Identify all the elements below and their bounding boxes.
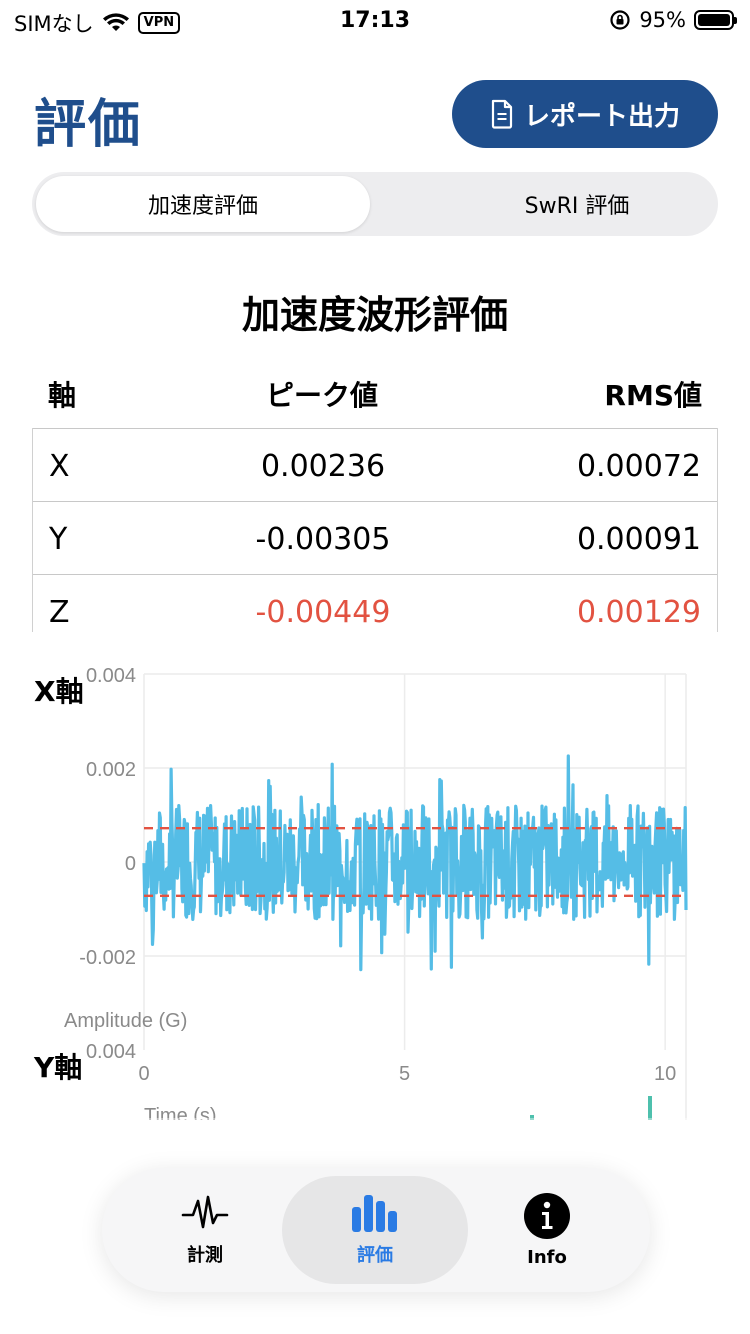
peak-cell: 0.00236 <box>260 449 386 484</box>
evaluation-mode-segment: 加速度評価 SwRI 評価 <box>32 172 718 236</box>
rms-cell: 0.00091 <box>576 522 701 557</box>
header-rms: RMS値 <box>604 379 702 412</box>
battery-percent: 95% <box>639 8 686 32</box>
waveform-line <box>142 754 688 972</box>
segment-swri[interactable]: SwRI 評価 <box>410 176 744 232</box>
next-chart-mark <box>648 1096 652 1120</box>
tab-evaluation-label: 評価 <box>357 1245 393 1266</box>
bar-chart-icon <box>352 1195 397 1232</box>
document-icon <box>491 99 513 129</box>
page-title: 評価 <box>34 95 143 155</box>
tab-bar: 計測 評価 Info <box>102 1168 650 1292</box>
peak-cell: -0.00305 <box>255 522 391 557</box>
section-title: 加速度波形評価 <box>241 293 508 337</box>
x-tick-label: 10 <box>654 1063 676 1085</box>
report-export-label: レポート出力 <box>523 101 680 132</box>
y-tick-label: 0.002 <box>86 759 136 781</box>
y-tick-label: 0.004 <box>86 665 136 687</box>
status-right: 95% <box>609 8 737 32</box>
x-tick-label: 5 <box>399 1063 410 1085</box>
table-row: Y -0.00305 0.00091 <box>33 501 717 574</box>
tab-info-label: Info <box>527 1246 567 1268</box>
tab-measure[interactable]: 計測 <box>112 1176 298 1284</box>
table-header: 軸 ピーク値 RMS値 <box>32 362 718 422</box>
table-row: X 0.00236 0.00072 <box>33 428 717 501</box>
y-tick-label: -0.002 <box>79 947 136 969</box>
rms-cell: 0.00129 <box>576 595 701 630</box>
status-bar: SIMなし VPN 17:13 95% <box>0 0 750 44</box>
peak-cell: -0.00449 <box>255 595 391 630</box>
y-axis-label: Amplitude (G) <box>64 1010 187 1032</box>
x-axis-waveform-chart: 0.0040.0020-0.0020 5 10Amplitude (G)Time (… <box>64 665 688 1120</box>
results-table: X 0.00236 0.00072 Y -0.00305 0.00091 Z -… <box>32 428 718 632</box>
tab-info[interactable]: Info <box>454 1176 640 1284</box>
pulse-icon <box>181 1195 229 1229</box>
tab-measure-label: 計測 <box>187 1245 223 1266</box>
info-icon <box>524 1192 570 1239</box>
tab-evaluation[interactable]: 評価 <box>282 1176 468 1284</box>
chart-title-x: X軸 <box>34 675 84 708</box>
header-peak: ピーク値 <box>265 379 378 412</box>
chart-title-y: Y軸 <box>34 1051 83 1084</box>
segment-acceleration[interactable]: 加速度評価 <box>36 176 370 232</box>
rms-cell: 0.00072 <box>576 449 701 484</box>
rotation-lock-icon <box>610 10 630 30</box>
next-chart-tick: 0.004 <box>86 1041 136 1063</box>
battery-icon <box>694 10 737 30</box>
y-tick-label: 0 <box>125 853 136 875</box>
report-export-button[interactable]: レポート出力 <box>452 80 718 148</box>
table-row: Z -0.00449 0.00129 <box>33 574 717 632</box>
x-tick-label: 0 <box>138 1063 149 1085</box>
